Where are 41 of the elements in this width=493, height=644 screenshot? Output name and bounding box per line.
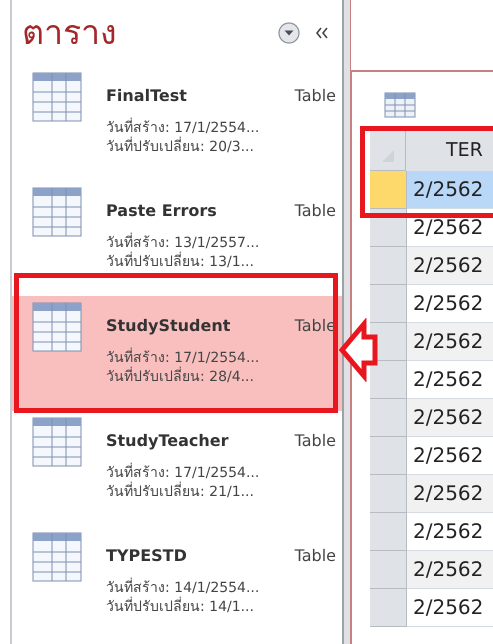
table-name: StudyStudent bbox=[106, 316, 230, 335]
table-icon bbox=[32, 417, 82, 467]
table-icon bbox=[32, 72, 82, 122]
object-type: Table bbox=[294, 201, 336, 220]
collapse-icon[interactable] bbox=[314, 27, 330, 39]
table-item[interactable]: FinalTest Table วันที่สร้าง: 17/1/2554... วันที่ปรับเปลี่ยน: 20/3... bbox=[12, 66, 342, 181]
filter-icon[interactable] bbox=[278, 22, 300, 44]
table-cell: 2/2562 bbox=[407, 323, 493, 361]
table-icon bbox=[32, 187, 82, 237]
table-name: Paste Errors bbox=[106, 201, 217, 220]
object-type: Table bbox=[294, 546, 336, 565]
table-cell: 2/2562 bbox=[407, 399, 493, 437]
row-selector[interactable] bbox=[370, 361, 407, 399]
table-name: FinalTest bbox=[106, 86, 187, 105]
modified-date: วันที่ปรับเปลี่ยน: 28/4... bbox=[106, 368, 336, 387]
arrow-icon bbox=[338, 318, 378, 382]
modified-date: วันที่ปรับเปลี่ยน: 14/1... bbox=[106, 598, 336, 617]
table-icon bbox=[32, 532, 82, 582]
datasheet-icon bbox=[384, 92, 416, 118]
created-date: วันที่สร้าง: 13/1/2557... bbox=[106, 234, 336, 253]
table-name: StudyTeacher bbox=[106, 431, 228, 450]
table-icon bbox=[32, 302, 82, 352]
table-cell: 2/2562 bbox=[407, 475, 493, 513]
modified-date: วันที่ปรับเปลี่ยน: 20/3... bbox=[106, 138, 336, 157]
table-name: TYPESTD bbox=[106, 546, 187, 565]
pane-title: ตาราง bbox=[22, 16, 118, 50]
table-cell: 2/2562 bbox=[407, 247, 493, 285]
table-cell: 2/2562 bbox=[407, 171, 493, 209]
modified-date: วันที่ปรับเปลี่ยน: 13/1... bbox=[106, 253, 336, 272]
created-date: วันที่สร้าง: 17/1/2554... bbox=[106, 349, 336, 368]
created-date: วันที่สร้าง: 14/1/2554... bbox=[106, 579, 336, 598]
object-type: Table bbox=[294, 86, 336, 105]
object-type: Table bbox=[294, 431, 336, 450]
pane-splitter[interactable] bbox=[342, 0, 350, 644]
modified-date: วันที่ปรับเปลี่ยน: 21/1... bbox=[106, 483, 336, 502]
table-item[interactable]: StudyTeacher Table วันที่สร้าง: 17/1/2554... วันที่ปรับเปลี่ยน: 21/1... bbox=[12, 411, 342, 526]
table-item[interactable]: Paste Errors Table วันที่สร้าง: 13/1/2557... วันที่ปรับเปลี่ยน: 13/1... bbox=[12, 181, 342, 296]
table-item[interactable]: TYPESTD Table วันที่สร้าง: 14/1/2554... วันที่ปรับเปลี่ยน: 14/1... bbox=[12, 526, 342, 641]
table-cell: 2/2562 bbox=[407, 551, 493, 589]
created-date: วันที่สร้าง: 17/1/2554... bbox=[106, 119, 336, 138]
created-date: วันที่สร้าง: 17/1/2554... bbox=[106, 464, 336, 483]
